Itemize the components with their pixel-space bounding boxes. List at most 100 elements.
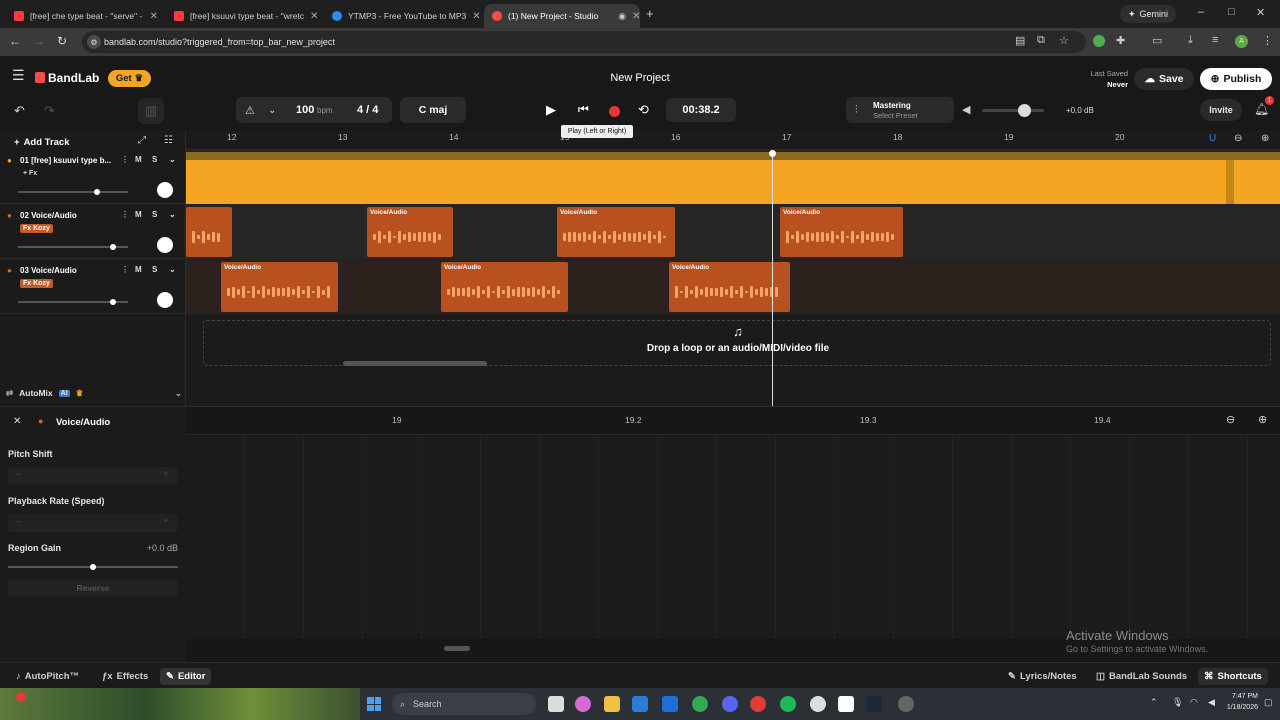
taskbar-search[interactable]: ⌕ Search (392, 693, 536, 715)
browser-tab[interactable]: YTMP3 - Free YouTube to MP3 ✕ (324, 4, 482, 28)
time-display[interactable]: 00:38.2 (666, 98, 736, 122)
clock-date[interactable]: 1/18/2026 (1218, 704, 1258, 711)
steam-icon[interactable] (866, 696, 882, 712)
zoom-in-icon[interactable]: ⊕ (1258, 413, 1267, 426)
mic-tray-icon[interactable]: 🎙︎ (1172, 697, 1183, 708)
track-menu-icon[interactable]: ⋮ (121, 210, 129, 219)
lane-1[interactable] (186, 150, 1280, 204)
reading-mode-icon[interactable]: ▤ (1015, 34, 1025, 47)
notification-icon[interactable]: ▢ (1264, 697, 1273, 708)
mute-button[interactable]: M (135, 210, 142, 219)
playhead[interactable] (772, 152, 773, 406)
effects-tab[interactable]: ƒx Effects (96, 668, 154, 685)
new-tab-button[interactable]: + (646, 6, 654, 21)
master-volume-slider[interactable] (982, 104, 1044, 117)
outlook-icon[interactable] (662, 696, 678, 712)
filter-icon[interactable]: ☷ (164, 135, 173, 146)
spotify-icon[interactable] (780, 696, 796, 712)
file-explorer-icon[interactable] (604, 696, 620, 712)
mastering-button[interactable]: ⫶ Mastering Select Preset (846, 97, 954, 123)
plus-icon[interactable]: + (163, 516, 169, 527)
bandlab-logo[interactable]: BandLab (48, 71, 99, 85)
browser-tab-active[interactable]: (1) New Project - Studio ◉ ✕ (484, 4, 640, 28)
automix-row[interactable]: ⇄ AutoMix AI ♛ ⌄ (6, 386, 182, 400)
playback-rate-stepper[interactable]: – + (8, 514, 178, 532)
redo-icon[interactable]: ↷ (44, 103, 55, 119)
tab-search-icon[interactable]: ▭ (1152, 34, 1162, 47)
chevron-down-icon[interactable]: ⌄ (169, 265, 176, 274)
audio-region[interactable]: Voice/Audio (441, 262, 568, 312)
app-icon[interactable] (750, 696, 766, 712)
pitch-shift-stepper[interactable]: – + (8, 467, 178, 485)
slider-handle[interactable] (90, 564, 96, 570)
minus-icon[interactable]: – (16, 516, 22, 527)
skip-to-start-icon[interactable]: ⏮ (578, 102, 589, 117)
loop-icon[interactable]: ⟲ (638, 102, 649, 118)
track-name[interactable]: 01 [free] ksuuvi type b... (20, 156, 111, 165)
obs-icon[interactable] (898, 696, 914, 712)
chevron-down-icon[interactable]: ⌄ (169, 210, 176, 219)
volume-handle[interactable] (1018, 104, 1031, 117)
volume-tray-icon[interactable]: ◀ (1208, 697, 1215, 708)
metronome-dropdown-icon[interactable]: ⌄ (268, 105, 276, 116)
timeline-ruler[interactable]: 12 13 14 15 16 17 18 19 20 U ⊖ ⊕ (186, 130, 1280, 150)
snap-magnet-icon[interactable]: U (1209, 133, 1216, 144)
track-header-1[interactable]: ● 01 [free] ksuuvi type b... + Fx ⋮ M S … (0, 150, 186, 204)
metronome-icon[interactable]: ⚠ (245, 104, 255, 117)
time-signature[interactable]: 4 / 4 (357, 104, 378, 116)
audio-region[interactable]: Voice/Audio (780, 207, 903, 257)
task-view-icon[interactable] (548, 696, 564, 712)
profile-avatar[interactable]: A (1235, 35, 1248, 48)
zoom-out-icon[interactable]: ⊖ (1226, 413, 1235, 426)
discord-icon[interactable] (722, 696, 738, 712)
address-bar[interactable]: ⚙ bandlab.com/studio?triggered_from=top_… (82, 31, 1086, 53)
record-button[interactable] (609, 106, 620, 117)
bookmark-star-icon[interactable]: ☆ (1059, 34, 1069, 47)
close-window-button[interactable]: ✕ (1256, 6, 1265, 19)
pan-knob[interactable] (157, 237, 173, 253)
bpm-value[interactable]: 100 (296, 104, 314, 116)
editor-grid[interactable] (186, 436, 1280, 639)
key-selector[interactable]: C maj (400, 97, 466, 123)
hamburger-menu-icon[interactable]: ☰ (12, 68, 25, 82)
zoom-out-icon[interactable]: ⊖ (1234, 133, 1242, 144)
download-icon[interactable]: ⤓ (1188, 34, 1193, 47)
playhead-handle[interactable] (769, 150, 776, 157)
shortcuts-button[interactable]: ⌘ Shortcuts (1198, 668, 1268, 685)
back-icon[interactable]: ← (9, 34, 21, 48)
close-tab-icon[interactable]: ✕ (632, 11, 640, 22)
drop-zone[interactable]: ♫ Drop a loop or an audio/MIDI/video fil… (203, 320, 1271, 366)
track-header-2[interactable]: ● 02 Voice/Audio Fx Kozy ⋮ M S ⌄ (0, 205, 186, 259)
piano-icon[interactable]: ▥ (138, 98, 164, 124)
editor-tab[interactable]: ✎ Editor (160, 668, 212, 685)
track-name[interactable]: 02 Voice/Audio (20, 211, 77, 220)
store-icon[interactable] (632, 696, 648, 712)
gemini-button[interactable]: ✦ Gemini (1120, 5, 1176, 23)
chevron-down-icon[interactable]: ⌄ (175, 388, 182, 399)
publish-button[interactable]: ⊕ Publish (1200, 68, 1272, 90)
solo-button[interactable]: S (152, 265, 157, 274)
site-info-icon[interactable]: ⚙ (87, 35, 101, 49)
media-icon[interactable]: ≡ (1212, 34, 1218, 46)
bandlab-sounds-button[interactable]: ◫ BandLab Sounds (1090, 668, 1193, 685)
extensions-puzzle-icon[interactable]: ✚ (1116, 34, 1125, 47)
track-name[interactable]: 03 Voice/Audio (20, 266, 77, 275)
extension-icon[interactable] (1093, 35, 1105, 47)
speaker-icon[interactable]: ◀ (962, 103, 970, 116)
browser-tab[interactable]: [free] che type beat - "serve" - ✕ (6, 4, 166, 28)
mute-button[interactable]: M (135, 265, 142, 274)
browser-tab[interactable]: [free] ksuuvi type beat - "wretc ✕ (166, 4, 324, 28)
track-menu-icon[interactable]: ⋮ (121, 265, 129, 274)
windows-start-icon[interactable] (367, 697, 381, 711)
track-header-3[interactable]: ● 03 Voice/Audio Fx Kozy ⋮ M S ⌄ (0, 260, 186, 314)
wifi-icon[interactable]: ◠ (1190, 697, 1198, 708)
editor-scrollbar[interactable] (444, 646, 470, 651)
wand-icon[interactable]: ⤢ (138, 135, 146, 146)
reverse-button[interactable]: Reverse (8, 579, 178, 597)
lyrics-notes-button[interactable]: ✎ Lyrics/Notes (1002, 668, 1083, 685)
track-volume-slider[interactable] (18, 189, 128, 195)
get-membership-button[interactable]: Get ♛ (108, 70, 151, 87)
forward-icon[interactable]: → (33, 34, 45, 48)
maximize-button[interactable]: □ (1228, 6, 1235, 18)
autopitch-tab[interactable]: ♪ AutoPitch™ (10, 668, 85, 685)
